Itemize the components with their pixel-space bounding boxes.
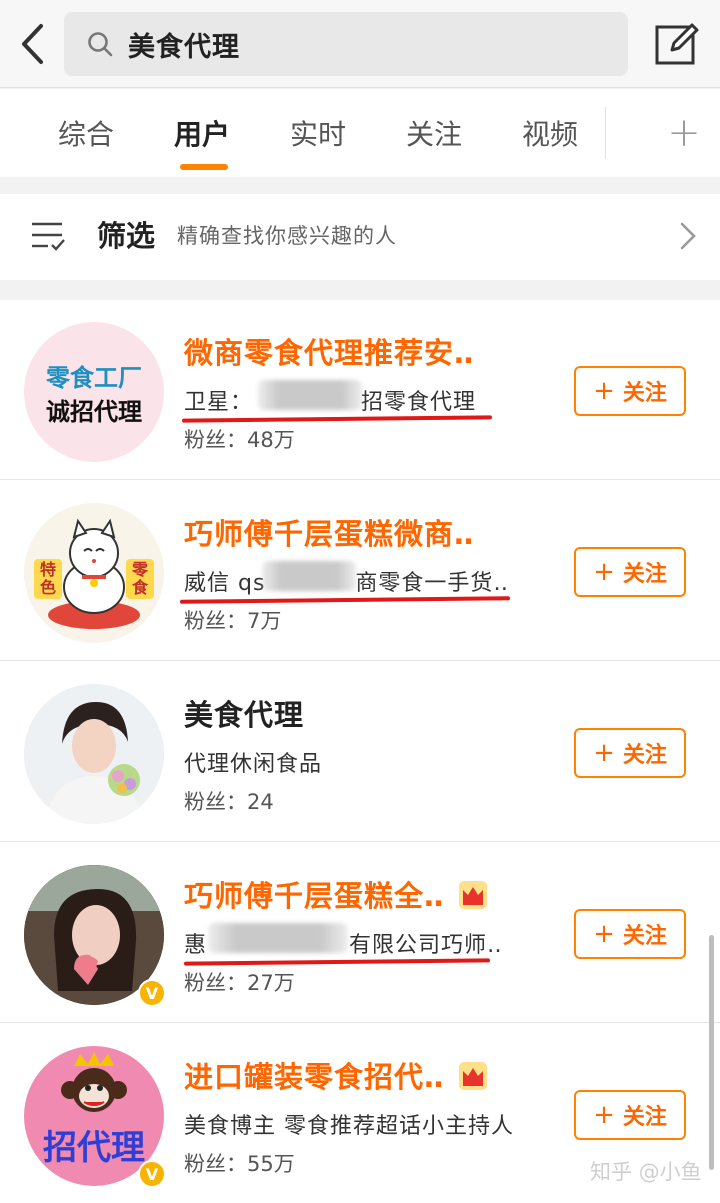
user-list: 零食工厂 诚招代理 微商零食代理推荐安‥ 卫星： 招零食代理 粉丝：48万 + 关注: [0, 300, 720, 1203]
avatar: [24, 684, 164, 824]
fan-count: 粉丝：7万: [184, 609, 282, 633]
annotation-underline: [183, 958, 491, 966]
tab-video[interactable]: 视频: [520, 89, 580, 177]
user-name-text: 巧师傅千层蛋糕全‥: [184, 879, 445, 913]
follow-label: 关注: [622, 381, 667, 406]
compose-icon: [655, 23, 699, 65]
plus-icon: +: [593, 1100, 615, 1130]
user-name[interactable]: 进口罐装零食招代‥: [184, 1054, 488, 1096]
search-query: 美食代理: [128, 31, 240, 63]
filter-row[interactable]: 筛选 精确查找你感兴趣的人: [0, 194, 720, 280]
avatar: 特色 零食: [24, 503, 164, 643]
fan-count: 粉丝：48万: [184, 428, 295, 452]
redaction-blur: [208, 923, 348, 953]
fan-count: 粉丝：24: [184, 790, 274, 814]
search-input[interactable]: 美食代理: [64, 12, 628, 76]
filter-title: 筛选: [97, 219, 156, 253]
follow-button[interactable]: + 关注: [574, 547, 686, 597]
list-item[interactable]: 零食工厂 诚招代理 微商零食代理推荐安‥ 卫星： 招零食代理 粉丝：48万 + 关注: [0, 300, 720, 480]
fan-count: 粉丝：27万: [184, 971, 295, 995]
scrollbar[interactable]: [709, 935, 714, 1170]
chevron-left-icon: [22, 24, 43, 64]
user-name[interactable]: 巧师傅千层蛋糕微商‥: [184, 511, 474, 553]
desc-prefix: 惠: [184, 933, 208, 958]
compose-button[interactable]: [654, 20, 700, 68]
tab-realtime[interactable]: 实时: [288, 89, 348, 177]
back-button[interactable]: [12, 18, 52, 70]
follow-button[interactable]: + 关注: [574, 728, 686, 778]
fan-count: 粉丝：55万: [184, 1152, 295, 1176]
add-tab-button[interactable]: +: [660, 103, 708, 163]
user-description: 美食博主 零食推荐超话小主持人: [184, 1114, 514, 1139]
user-description: 代理休闲食品: [184, 752, 323, 777]
avatar-side-text: 零食: [131, 560, 148, 597]
search-icon: [86, 29, 116, 59]
user-name[interactable]: 微商零食代理推荐安‥: [184, 330, 474, 372]
tab-general[interactable]: 综合: [56, 89, 116, 177]
desc-prefix: 威信 qs: [184, 571, 266, 596]
user-name[interactable]: 美食代理: [184, 692, 304, 734]
plus-icon: +: [593, 738, 615, 768]
list-item[interactable]: 美食代理 代理休闲食品 粉丝：24 + 关注: [0, 662, 720, 842]
user-name-text: 进口罐装零食招代‥: [184, 1060, 445, 1094]
tab-bar: 综合 用户 实时 关注 视频 +: [0, 89, 720, 177]
crown-icon: [459, 881, 488, 909]
follow-label: 关注: [622, 743, 667, 768]
avatar-text: 零食工厂: [46, 364, 142, 392]
verified-badge-icon: V: [138, 979, 166, 1007]
desc-suffix: 商零食一手货‥: [355, 571, 510, 596]
list-item[interactable]: 特色 零食 巧师傅千层蛋糕微商‥ 威信 qs 商零食一手货‥ 粉丝：7万 + 关注: [0, 481, 720, 661]
annotation-underline: [179, 596, 511, 604]
top-bar: 美食代理: [0, 0, 720, 88]
follow-button[interactable]: + 关注: [574, 909, 686, 959]
user-name[interactable]: 巧师傅千层蛋糕全‥: [184, 873, 488, 915]
tab-divider: [605, 107, 606, 159]
follow-button[interactable]: + 关注: [574, 366, 686, 416]
desc-suffix: 招零食代理: [361, 390, 477, 415]
plus-icon: +: [593, 919, 615, 949]
follow-label: 关注: [622, 562, 667, 587]
desc-prefix: 卫星：: [184, 390, 254, 415]
chevron-right-icon: [680, 222, 696, 250]
plus-icon: +: [593, 557, 615, 587]
list-item[interactable]: V 巧师傅千层蛋糕全‥ 惠 有限公司巧师‥ 粉丝：27万 + 关注: [0, 843, 720, 1023]
plus-icon: +: [593, 376, 615, 406]
profile-photo: [24, 684, 164, 824]
follow-label: 关注: [622, 924, 667, 949]
tab-following[interactable]: 关注: [404, 89, 464, 177]
crown-icon: [459, 1062, 488, 1090]
follow-button[interactable]: + 关注: [574, 1090, 686, 1140]
filter-subtitle: 精确查找你感兴趣的人: [177, 224, 397, 248]
annotation-underline: [181, 415, 493, 423]
desc-suffix: 有限公司巧师‥: [349, 933, 503, 958]
redaction-blur: [262, 561, 356, 591]
verified-badge-icon: V: [138, 1160, 166, 1188]
avatar-side-text: 特色: [39, 560, 56, 597]
watermark: 知乎 @小鱼: [590, 1160, 702, 1184]
follow-label: 关注: [622, 1105, 667, 1130]
redaction-blur: [258, 380, 362, 410]
avatar-text: 诚招代理: [46, 398, 142, 426]
avatar: 零食工厂 诚招代理: [24, 322, 164, 462]
filter-list-icon: [32, 222, 65, 251]
active-tab-indicator: [180, 164, 228, 170]
